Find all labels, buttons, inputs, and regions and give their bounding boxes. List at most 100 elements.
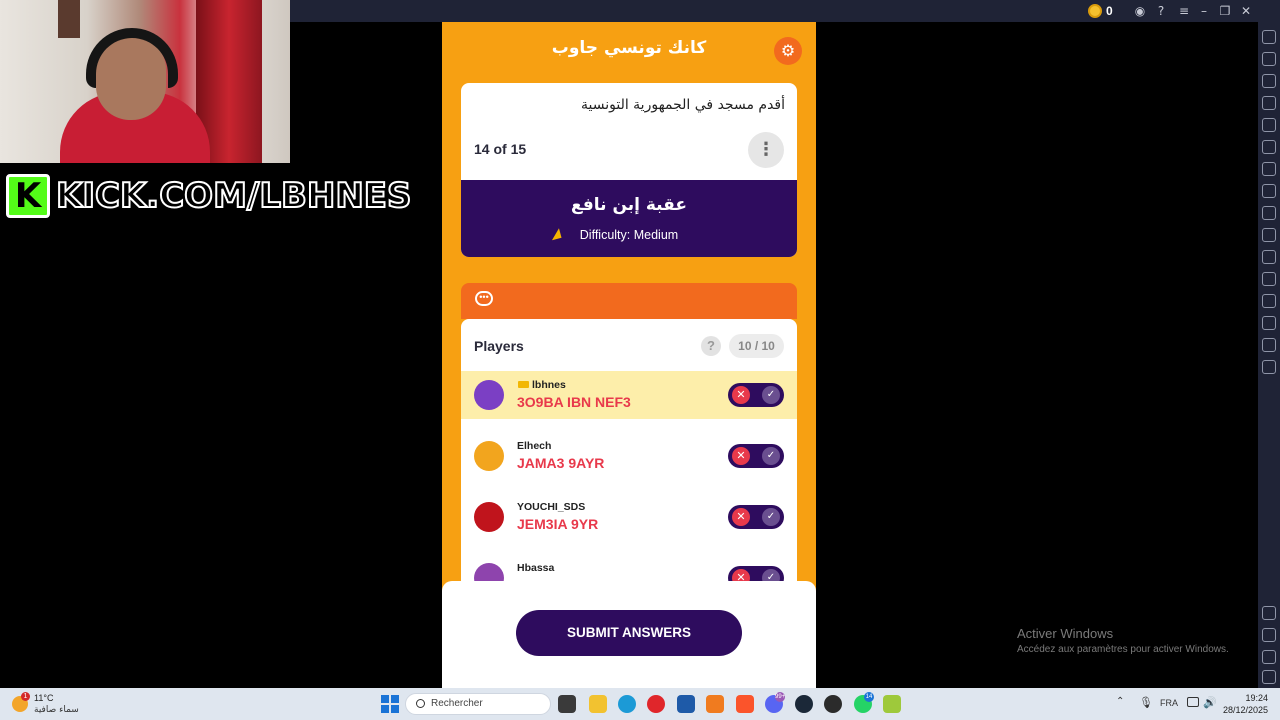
keyboard-icon[interactable]: [1262, 96, 1276, 110]
macro-icon[interactable]: [1262, 360, 1276, 374]
player-name: lbhnes: [532, 379, 566, 391]
windows-logo-icon: [391, 705, 399, 713]
tray-overflow-icon[interactable]: ⌃: [1116, 696, 1124, 707]
brave-icon[interactable]: [736, 695, 754, 713]
players-title: Players: [474, 338, 524, 354]
activate-windows-watermark: Activer Windows Accédez aux paramètres p…: [1017, 626, 1229, 655]
kick-banner: K KICK.COM/LBHNES: [6, 172, 413, 218]
question-text: أقدم مسجد في الجمهورية التونسية: [581, 97, 785, 113]
clock-time[interactable]: 19:24: [1226, 693, 1268, 703]
home-icon[interactable]: [1262, 650, 1276, 664]
microphone-icon[interactable]: 🎙: [1139, 696, 1153, 709]
players-count-badge: 10 / 10: [729, 334, 784, 358]
bluestacks-icon[interactable]: [883, 695, 901, 713]
apk-icon[interactable]: [1262, 184, 1276, 198]
menu-icon[interactable]: ≡: [1176, 3, 1192, 19]
player-name: Elhech: [517, 440, 552, 452]
players-card: Players ? 10 / 10 lbhnes 3O9BA IBN NEF3 …: [461, 319, 797, 599]
submit-sheet: SUBMIT ANSWERS: [442, 581, 816, 688]
taskbar: 1 11°C سماء صافية Rechercher 99+ 14 ⌃ 🎙 …: [0, 688, 1280, 720]
shake-icon[interactable]: [1262, 294, 1276, 308]
accept-icon[interactable]: ✓: [762, 447, 780, 465]
volume-icon[interactable]: [1262, 52, 1276, 66]
restore-icon[interactable]: ❐: [1217, 3, 1233, 19]
accept-icon[interactable]: ✓: [762, 386, 780, 404]
sync-icon[interactable]: [1262, 140, 1276, 154]
player-row: YOUCHI_SDS JEM3IA 9YR ✕ ✓: [461, 493, 797, 541]
weather-temperature[interactable]: 11°C: [34, 693, 53, 703]
layers-icon[interactable]: [1262, 338, 1276, 352]
reject-icon[interactable]: ✕: [732, 447, 750, 465]
fullscreen-icon[interactable]: [1262, 30, 1276, 44]
windows-logo-icon: [381, 705, 389, 713]
minimize-icon[interactable]: –: [1196, 3, 1212, 19]
judge-toggle[interactable]: ✕ ✓: [728, 383, 784, 407]
recents-icon[interactable]: [1262, 670, 1276, 684]
edge-icon[interactable]: [618, 695, 636, 713]
task-view-icon[interactable]: [558, 695, 576, 713]
submit-answers-button[interactable]: SUBMIT ANSWERS: [516, 610, 742, 656]
weather-alert-badge: 1: [21, 692, 30, 701]
judge-toggle[interactable]: ✕ ✓: [728, 444, 784, 468]
chat-bar[interactable]: •••: [461, 283, 797, 319]
whatsapp-badge: 14: [864, 692, 874, 702]
weather-description[interactable]: سماء صافية: [34, 705, 79, 715]
video-icon[interactable]: [1262, 74, 1276, 88]
judge-toggle[interactable]: ✕ ✓: [728, 505, 784, 529]
coin-count: 0: [1106, 4, 1113, 18]
back-icon[interactable]: [1262, 628, 1276, 642]
start-button[interactable]: [381, 695, 399, 713]
settings-icon[interactable]: [1262, 606, 1276, 620]
opera-icon[interactable]: [647, 695, 665, 713]
app-icon[interactable]: [706, 695, 724, 713]
display-icon[interactable]: [1187, 697, 1199, 707]
player-name: Hbassa: [517, 562, 555, 574]
screenshot-icon[interactable]: [1262, 206, 1276, 220]
rotate-icon[interactable]: [1262, 118, 1276, 132]
activate-subtitle: Accédez aux paramètres pour activer Wind…: [1017, 644, 1229, 655]
reject-icon[interactable]: ✕: [732, 386, 750, 404]
activate-title: Activer Windows: [1017, 626, 1114, 641]
steam-icon[interactable]: [795, 695, 813, 713]
record-icon[interactable]: [1262, 228, 1276, 242]
player-answer: 3O9BA IBN NEF3: [517, 394, 631, 410]
question-card: أقدم مسجد في الجمهورية التونسية 14 of 15…: [461, 83, 797, 257]
webcam-feed: [0, 0, 290, 163]
account-icon[interactable]: ◉: [1132, 3, 1148, 19]
emulator-sidebar: [1258, 22, 1280, 688]
accept-icon[interactable]: ✓: [762, 508, 780, 526]
avatar: [474, 441, 504, 471]
taskbar-search[interactable]: Rechercher: [405, 693, 551, 715]
coin-icon: [1088, 4, 1102, 18]
gamepad-icon[interactable]: [1262, 162, 1276, 176]
more-options-button[interactable]: ⋮: [748, 132, 784, 168]
windows-logo-icon: [381, 695, 389, 703]
file-explorer-icon[interactable]: [589, 695, 607, 713]
settings-button[interactable]: ⚙: [774, 37, 802, 65]
question-mark-icon[interactable]: ?: [701, 336, 721, 356]
clock-date[interactable]: 28/12/2025: [1222, 705, 1268, 715]
player-row: Elhech JAMA3 9AYR ✕ ✓: [461, 432, 797, 480]
player-row: lbhnes 3O9BA IBN NEF3 ✕ ✓: [461, 371, 797, 419]
chat-bubble-icon[interactable]: •••: [475, 291, 493, 306]
store-icon[interactable]: [677, 695, 695, 713]
gallery-icon[interactable]: [1262, 250, 1276, 264]
question-progress: 14 of 15: [474, 141, 527, 157]
headphones: [86, 28, 178, 88]
help-icon[interactable]: ?: [1153, 3, 1169, 19]
player-name: YOUCHI_SDS: [517, 501, 586, 513]
windows-logo-icon: [391, 695, 399, 703]
kick-channel-text: KICK.COM/LBHNES: [55, 175, 413, 217]
difficulty-label: Difficulty: Medium: [579, 228, 679, 242]
avatar: [474, 380, 504, 410]
airplane-icon[interactable]: [1262, 272, 1276, 286]
location-icon[interactable]: [1262, 316, 1276, 330]
reject-icon[interactable]: ✕: [732, 508, 750, 526]
discord-badge: 99+: [775, 692, 786, 702]
game-app: كانك تونسي جاوب ⚙ أقدم مسجد في الجمهورية…: [442, 22, 816, 688]
close-icon[interactable]: ✕: [1238, 3, 1254, 19]
obs-icon[interactable]: [824, 695, 842, 713]
language-indicator[interactable]: FRA: [1160, 698, 1178, 708]
speaker-icon[interactable]: 🔊: [1203, 696, 1217, 709]
player-answer: JAMA3 9AYR: [517, 455, 605, 471]
